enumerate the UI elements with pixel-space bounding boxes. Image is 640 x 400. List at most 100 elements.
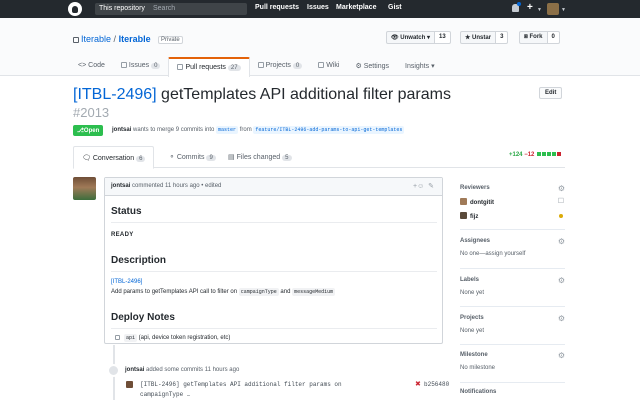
gear-icon[interactable]: ⚙ [558,184,565,193]
search-input[interactable]: This repository Search [95,3,247,15]
commit-author-avatar[interactable] [126,381,133,388]
fork-group: ⧈ Fork 0 [519,31,560,44]
pull-request-icon [177,64,184,70]
diffstat-block [547,152,552,156]
gear-icon[interactable]: ⚙ [558,314,565,323]
stars-count[interactable]: 3 [496,31,509,44]
tab-projects[interactable]: Projects 0 [250,57,311,76]
pr-number: #2013 [73,105,110,120]
issue-icon [120,62,127,68]
divider [460,229,565,230]
pull-requests-counter: 27 [227,65,241,71]
reviewer-item[interactable]: dontgitit [460,198,494,206]
tab-insights[interactable]: Insights ▾ [397,57,443,76]
tab-code[interactable]: <> Code [70,57,113,76]
fork-button[interactable]: ⧈ Fork [519,31,548,44]
path-separator: / [113,34,117,44]
tab-wiki[interactable]: Wiki [310,57,347,76]
assign-yourself-link[interactable]: No one—assign yourself [460,251,525,257]
divider [460,382,565,383]
diffstat-block [542,152,547,156]
gear-icon[interactable]: ⚙ [558,276,565,285]
projects-title: Projects [460,315,484,321]
diffstat-block [557,152,562,156]
divider [460,268,565,269]
tab-issues[interactable]: Issues 0 [113,57,169,76]
watch-group: 👁 Unwatch ▾ 13 [386,31,451,44]
pencil-icon[interactable]: ✎ [428,183,434,190]
milestone-title: Milestone [460,352,488,358]
reviewer-item[interactable]: fijz [460,212,478,220]
commit-sha-link[interactable]: b256480 [424,381,449,388]
comment-icon: ☐ [557,198,564,205]
comment-icon: 🗨 [82,155,91,162]
ticket-link[interactable]: [ITBL-2496] [111,279,142,285]
commits-event: jontsai added some commits 11 hours ago [125,367,240,373]
nav-issues[interactable]: Issues [307,4,329,11]
unread-indicator-icon [517,2,521,6]
head-branch[interactable]: feature/ITBL-2496-add-params-to-api-get-… [253,126,405,134]
tab-pull-requests[interactable]: Pull requests 27 [168,57,250,77]
repo-name-link[interactable]: Iterable [119,34,151,44]
status-heading: Status [111,206,142,217]
chevron-down-icon: ▾ [431,63,435,70]
file-diff-icon: ▤ [228,154,235,161]
base-branch[interactable]: master [216,126,239,134]
reviewer-avatar [460,212,467,219]
user-avatar[interactable] [547,3,559,15]
chevron-down-icon[interactable]: ▼ [561,7,566,13]
tab-settings[interactable]: ⚙ Settings [347,57,397,76]
forks-count[interactable]: 0 [547,31,560,44]
projects-value: None yet [460,328,485,334]
repo-title: Iterable / Iterable [73,34,151,44]
gear-icon[interactable]: ⚙ [558,351,565,360]
description-text: Add params to getTemplates API call to f… [111,288,336,296]
nav-pull-requests[interactable]: Pull requests [255,4,299,11]
comment-author-avatar[interactable] [73,177,96,200]
comment-author-link[interactable]: jontsai [111,183,130,189]
task-code: api [124,334,138,342]
edit-title-button[interactable]: Edit [539,87,563,99]
project-icon [257,62,264,68]
divider [111,328,437,329]
pr-author-link[interactable]: jontsai [112,127,131,133]
search-scope: This repository [99,5,145,12]
pr-title: [ITBL-2496] getTemplates API additional … [73,86,451,104]
chevron-down-icon[interactable]: ▼ [537,7,542,13]
comment-meta: commented 11 hours ago • edited [130,183,222,189]
event-author-link[interactable]: jontsai [125,367,144,373]
divider [111,222,437,223]
unstar-button[interactable]: ★ Unstar [460,31,497,44]
gear-icon[interactable]: ⚙ [558,237,565,246]
tab-files-changed[interactable]: ▤ Files changed 5 [220,146,300,168]
tab-commits[interactable]: ⚬ Commits 9 [161,146,224,168]
repo-header: Iterable / Iterable Private 👁 Unwatch ▾ … [0,18,640,77]
nav-gist[interactable]: Gist [388,4,402,11]
assignees-title: Assignees [460,238,491,244]
add-reaction-icon[interactable]: +☺ [413,183,424,190]
issues-counter: 0 [151,63,161,69]
pr-ticket-link[interactable]: [ITBL-2496] [73,86,157,103]
commit-message[interactable]: [ITBL-2496] getTemplates API additional … [140,381,342,388]
reviewers-title: Reviewers [460,185,490,191]
diffstat: +124 −12 [509,152,562,158]
create-new-icon[interactable]: + [527,2,533,13]
nav-marketplace[interactable]: Marketplace [336,4,376,11]
unwatch-button[interactable]: 👁 Unwatch ▾ [386,31,435,44]
commit-message-continued[interactable]: campaignType … [140,391,190,398]
task-checkbox[interactable] [115,335,120,340]
ci-failed-icon[interactable]: ✖ [415,380,421,388]
github-logo-icon[interactable] [68,2,82,16]
repo-owner-link[interactable]: Iterable [81,34,111,44]
pr-title-text: getTemplates API additional filter param… [156,86,451,103]
task-item: api (api, device token registration, etc… [115,334,230,342]
book-icon [318,62,325,68]
code-icon: <> [78,62,87,69]
watchers-count[interactable]: 13 [435,31,451,44]
notifications-title: Notifications [460,389,497,395]
tab-conversation[interactable]: 🗨 Conversation 6 [73,146,155,169]
lock-icon [73,37,79,43]
pr-state-badge: Open [73,125,104,136]
labels-title: Labels [460,277,480,283]
additions-count: +124 [509,152,523,158]
